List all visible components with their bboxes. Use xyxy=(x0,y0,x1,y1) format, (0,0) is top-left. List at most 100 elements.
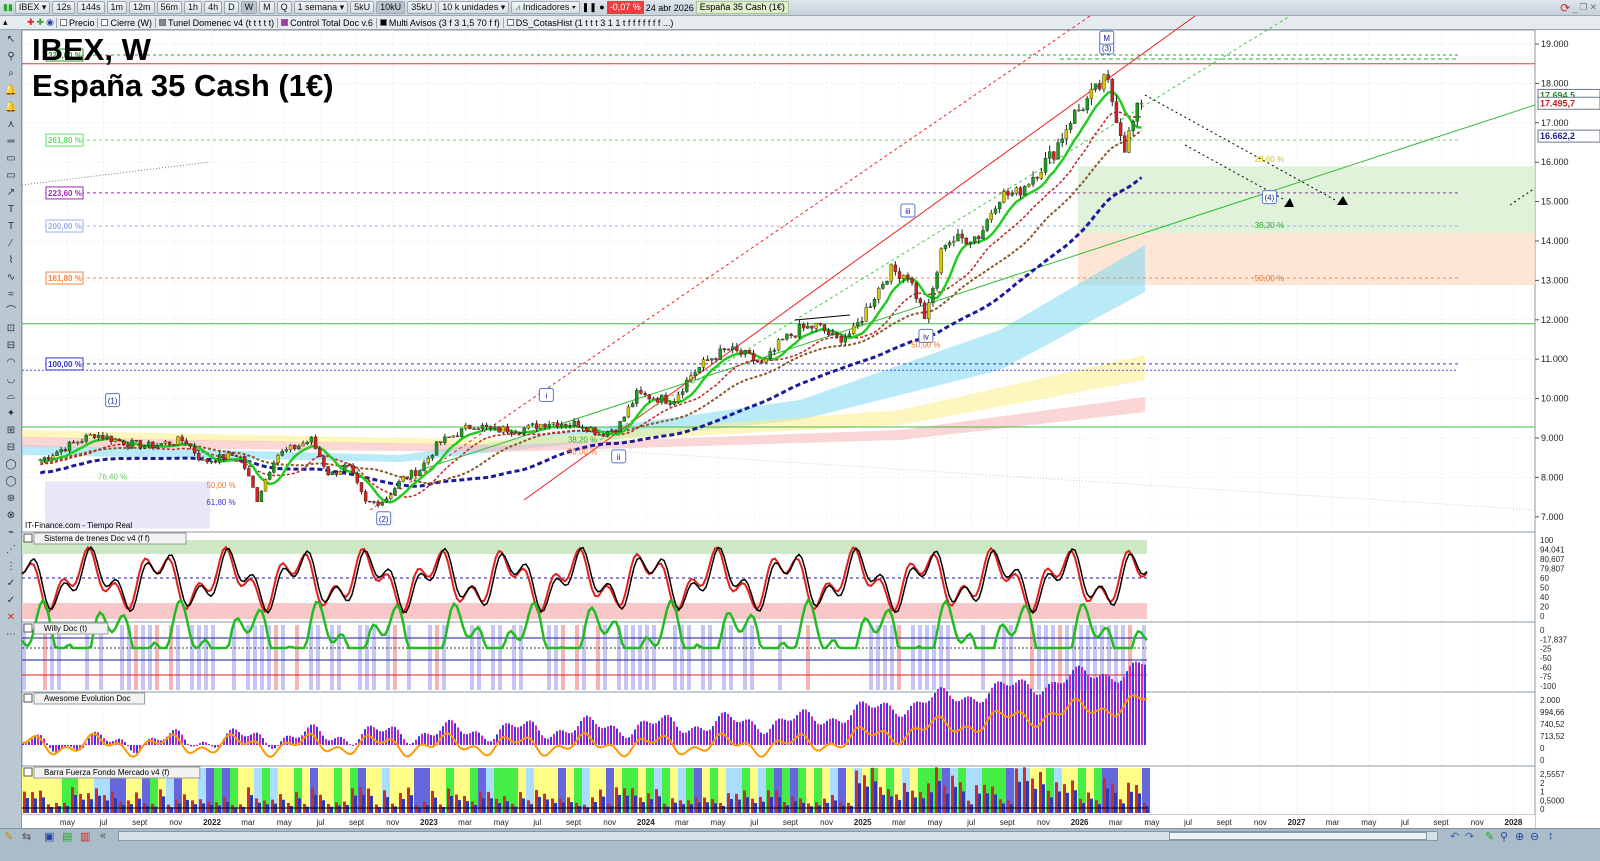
strength-bar xyxy=(559,798,562,813)
x-tick-label: 2027 xyxy=(1288,818,1306,827)
histogram-bar xyxy=(697,726,699,745)
histogram-bar xyxy=(277,745,279,746)
candle xyxy=(860,320,864,323)
zoom-out-icon[interactable]: ⊖ xyxy=(1530,830,1539,843)
strength-bar xyxy=(786,805,789,813)
panel-title: Barra Fuerza Fondo Mercado v4 (f) xyxy=(44,768,170,777)
horizontal-scrollbar[interactable] xyxy=(118,831,1438,841)
candle xyxy=(1085,98,1089,111)
histogram-bar xyxy=(718,716,720,745)
strength-bar xyxy=(746,797,749,813)
candle xyxy=(372,501,376,503)
target-zone-orange xyxy=(1078,233,1535,286)
strength-bar xyxy=(239,804,242,813)
expand-icon[interactable]: ↕ xyxy=(1548,830,1554,842)
candle xyxy=(843,336,848,343)
candle xyxy=(276,455,280,464)
retracement-label: 50,00 % xyxy=(206,481,235,490)
histogram-bar xyxy=(466,734,468,745)
candle xyxy=(509,432,514,434)
redo-icon[interactable]: ↷ xyxy=(1465,830,1474,843)
strength-bar xyxy=(407,787,410,813)
histogram-bar xyxy=(829,718,831,745)
strength-bar xyxy=(831,794,834,813)
histogram-bar xyxy=(826,720,828,745)
histogram-bar xyxy=(700,728,702,745)
strength-bar xyxy=(71,787,74,813)
pencil-icon[interactable]: ✎ xyxy=(4,830,13,843)
panel-tick-label: 2,5557 xyxy=(1540,770,1565,779)
strength-bar xyxy=(983,784,986,813)
strength-bar xyxy=(522,798,525,813)
panel-close-icon[interactable] xyxy=(23,767,33,777)
candle xyxy=(230,452,234,456)
candle xyxy=(242,456,247,469)
strength-bar xyxy=(1023,767,1026,813)
histogram-bar xyxy=(343,738,345,745)
scrollbar-thumb[interactable] xyxy=(1169,832,1427,840)
panel-tick-label: 20 xyxy=(1540,603,1549,612)
strength-bar xyxy=(98,795,101,813)
strength-bar xyxy=(946,793,949,813)
panel-title: Sistema de trenes Doc v4 (f f) xyxy=(44,534,150,543)
histogram-bar xyxy=(1066,679,1068,745)
undo-icon[interactable]: ↶ xyxy=(1450,830,1459,843)
willy-bar xyxy=(743,625,747,690)
candle xyxy=(906,274,910,279)
strength-bar xyxy=(1066,792,1069,813)
retracement-label: 76,40 % xyxy=(98,472,127,481)
histogram-bar xyxy=(484,738,486,745)
histogram-bar xyxy=(682,732,684,745)
candle xyxy=(1110,79,1114,102)
histogram-bar xyxy=(127,745,129,747)
candle xyxy=(71,441,76,444)
panel-close-icon[interactable] xyxy=(23,623,33,633)
scroll-left-icon[interactable]: « xyxy=(100,830,106,842)
histogram-bar xyxy=(31,738,33,745)
candle xyxy=(797,323,802,338)
draw-icon[interactable]: ✎ xyxy=(1485,830,1494,843)
layout-icon[interactable]: ▤ xyxy=(62,830,72,843)
histogram-bar xyxy=(421,733,423,745)
strength-bar xyxy=(911,790,914,813)
x-tick-label: nov xyxy=(1254,818,1267,827)
candle xyxy=(826,330,831,336)
strength-bar xyxy=(618,794,621,813)
histogram-bar xyxy=(820,724,822,745)
candle xyxy=(1135,102,1140,122)
histogram-bar xyxy=(607,726,609,745)
candle xyxy=(806,325,810,329)
panel-title: Willy Doc (t) xyxy=(44,624,87,633)
strength-bar xyxy=(471,801,474,813)
candle xyxy=(1102,74,1106,90)
candle xyxy=(459,428,464,437)
save-icon[interactable]: ▣ xyxy=(44,830,54,843)
strength-bar xyxy=(362,794,365,813)
candle xyxy=(793,335,797,338)
panel-close-icon[interactable] xyxy=(23,693,33,703)
histogram-bar xyxy=(328,740,330,745)
histogram-bar xyxy=(133,745,135,754)
strength-bar xyxy=(890,796,893,813)
strength-bar xyxy=(1074,790,1077,813)
x-tick-label: mar xyxy=(892,818,906,827)
price-tag-label: 17.495,7 xyxy=(1540,98,1575,108)
y-tick-label: 15.000 xyxy=(1541,197,1569,207)
candle xyxy=(672,401,677,405)
print-icon[interactable]: ▥ xyxy=(80,830,90,843)
histogram-bar xyxy=(229,729,231,745)
zoom-fit-icon[interactable]: ⚲ xyxy=(1500,830,1508,843)
chart-area[interactable]: 19.00018.00017.00016.00015.00014.00013.0… xyxy=(0,0,1600,861)
x-tick-label: sept xyxy=(783,818,799,827)
panel-close-icon[interactable] xyxy=(23,533,33,543)
candle xyxy=(1098,83,1102,90)
willy-bar xyxy=(673,625,677,690)
panel-tick-label: 50 xyxy=(1540,584,1549,593)
strength-bar xyxy=(567,797,570,813)
strength-bar xyxy=(535,789,538,813)
zoom-in-icon[interactable]: ⊕ xyxy=(1515,830,1524,843)
candle xyxy=(38,459,42,461)
share-icon[interactable]: ⇆ xyxy=(22,830,31,843)
histogram-bar xyxy=(925,702,927,745)
candle xyxy=(426,457,430,464)
